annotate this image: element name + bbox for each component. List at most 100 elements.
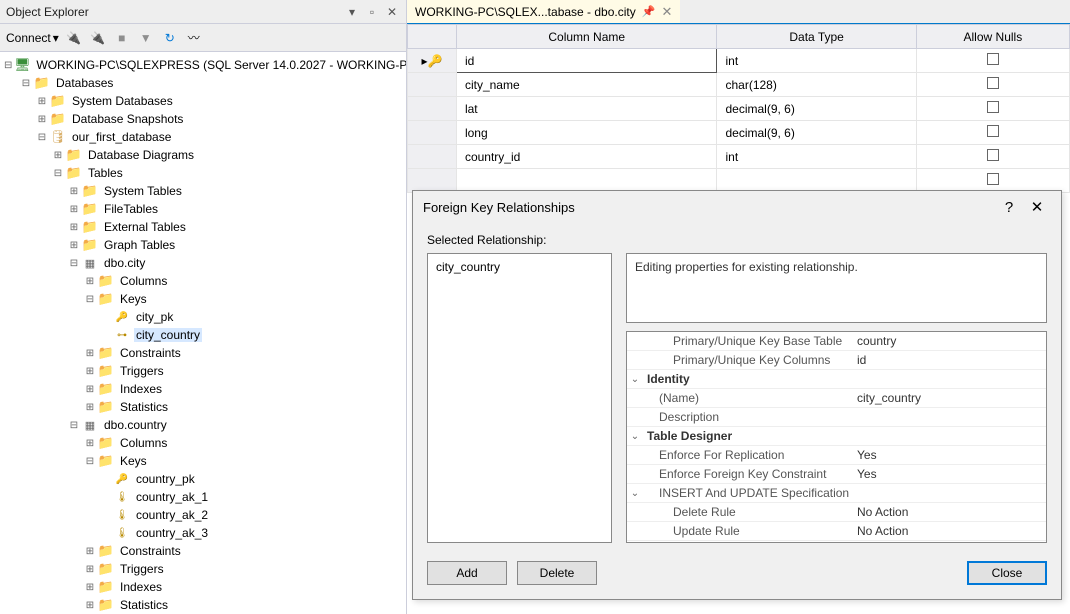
table-row[interactable]: latdecimal(9, 6) — [408, 97, 1070, 121]
tree-country-constraints[interactable]: ⊞📁Constraints — [0, 542, 406, 560]
data-type-header[interactable]: Data Type — [717, 25, 916, 49]
expander-icon[interactable]: ⊟ — [52, 167, 64, 179]
tree-label[interactable]: Constraints — [118, 544, 183, 558]
expander-icon[interactable]: ⌄ — [627, 431, 643, 442]
table-row[interactable]: city_namechar(128) — [408, 73, 1070, 97]
tree-label[interactable]: Triggers — [118, 364, 166, 378]
prop-value[interactable]: Yes — [853, 448, 1046, 462]
tree-city-statistics[interactable]: ⊞📁Statistics — [0, 398, 406, 416]
tree-exttables[interactable]: ⊞📁External Tables — [0, 218, 406, 236]
object-explorer-tree[interactable]: ⊟🖥WORKING-PC\SQLEXPRESS (SQL Server 14.0… — [0, 52, 406, 614]
prop-value[interactable]: city_country — [853, 391, 1046, 405]
tree-sysdb[interactable]: ⊞📁System Databases — [0, 92, 406, 110]
tree-label[interactable]: Indexes — [118, 382, 164, 396]
column-name-cell[interactable]: lat — [456, 97, 717, 121]
expander-icon[interactable]: ⊞ — [84, 545, 96, 557]
tree-server[interactable]: ⊟🖥WORKING-PC\SQLEXPRESS (SQL Server 14.0… — [0, 56, 406, 74]
prop-category[interactable]: Identity — [643, 372, 853, 386]
expander-icon[interactable]: ⊞ — [84, 581, 96, 593]
expander-icon[interactable]: ⊞ — [52, 149, 64, 161]
tree-country-keys[interactable]: ⊟📁Keys — [0, 452, 406, 470]
expander-icon[interactable]: ⊞ — [68, 203, 80, 215]
tree-city-indexes[interactable]: ⊞📁Indexes — [0, 380, 406, 398]
tree-graphtables[interactable]: ⊞📁Graph Tables — [0, 236, 406, 254]
tree-dbocity[interactable]: ⊟▦dbo.city — [0, 254, 406, 272]
tree-label[interactable]: Triggers — [118, 562, 166, 576]
expander-icon[interactable]: ⊞ — [84, 599, 96, 611]
tree-systables[interactable]: ⊞📁System Tables — [0, 182, 406, 200]
tree-city-country[interactable]: ·⊶city_country — [0, 326, 406, 344]
tree-snapshots[interactable]: ⊞📁Database Snapshots — [0, 110, 406, 128]
expander-icon[interactable]: ⊞ — [84, 401, 96, 413]
tree-label[interactable]: Columns — [118, 436, 169, 450]
prop-value[interactable]: country — [853, 334, 1046, 348]
tree-city-keys[interactable]: ⊟📁Keys — [0, 290, 406, 308]
property-grid[interactable]: Primary/Unique Key Base Tablecountry Pri… — [626, 331, 1047, 543]
tree-country-ak2[interactable]: ·🌡country_ak_2 — [0, 506, 406, 524]
checkbox[interactable] — [987, 101, 999, 113]
expander-icon[interactable]: ⊞ — [84, 437, 96, 449]
expander-icon[interactable]: ⊟ — [20, 77, 32, 89]
tree-label[interactable]: dbo.city — [102, 256, 147, 270]
table-row-empty[interactable] — [408, 169, 1070, 193]
allow-nulls-cell[interactable] — [916, 97, 1069, 121]
allow-nulls-header[interactable]: Allow Nulls — [916, 25, 1069, 49]
allow-nulls-cell[interactable] — [916, 121, 1069, 145]
prop-value[interactable]: id — [853, 353, 1046, 367]
delete-button[interactable]: Delete — [517, 561, 597, 585]
tree-label[interactable]: our_first_database — [70, 130, 173, 144]
tree-city-pk[interactable]: ·🔑city_pk — [0, 308, 406, 326]
tree-label[interactable]: city_pk — [134, 310, 175, 324]
close-button[interactable]: Close — [967, 561, 1047, 585]
tree-tables[interactable]: ⊟📁Tables — [0, 164, 406, 182]
expander-icon[interactable]: ⊞ — [84, 383, 96, 395]
column-name-cell[interactable]: country_id — [456, 145, 717, 169]
allow-nulls-cell[interactable] — [916, 145, 1069, 169]
tree-label[interactable]: country_ak_1 — [134, 490, 210, 504]
prop-value[interactable]: No Action — [853, 524, 1046, 538]
tree-label[interactable]: Constraints — [118, 346, 183, 360]
allow-nulls-cell[interactable] — [916, 73, 1069, 97]
tree-label[interactable]: FileTables — [102, 202, 160, 216]
tree-label[interactable]: Keys — [118, 292, 149, 306]
tree-label[interactable]: Database Diagrams — [86, 148, 196, 162]
tab-dbocity[interactable]: WORKING-PC\SQLEX...tabase - dbo.city 📌 ✕ — [407, 0, 680, 23]
column-name-cell[interactable]: long — [456, 121, 717, 145]
table-row[interactable]: country_idint — [408, 145, 1070, 169]
expander-icon[interactable]: ⊟ — [84, 293, 96, 305]
connect-button[interactable]: Connect▾ — [6, 31, 59, 45]
tree-label[interactable]: Statistics — [118, 400, 170, 414]
allow-nulls-cell[interactable] — [916, 49, 1069, 73]
tree-label[interactable]: Columns — [118, 274, 169, 288]
tree-label[interactable]: country_ak_3 — [134, 526, 210, 540]
tree-label[interactable]: country_pk — [134, 472, 197, 486]
expander-icon[interactable]: ⊞ — [84, 347, 96, 359]
tree-dbocountry[interactable]: ⊟▦dbo.country — [0, 416, 406, 434]
close-dialog-icon[interactable]: ✕ — [1023, 198, 1051, 216]
tree-city-constraints[interactable]: ⊞📁Constraints — [0, 344, 406, 362]
tree-country-columns[interactable]: ⊞📁Columns — [0, 434, 406, 452]
close-icon[interactable]: ✕ — [384, 4, 400, 20]
tree-ourdb[interactable]: ⊟🛢our_first_database — [0, 128, 406, 146]
tree-label[interactable]: System Tables — [102, 184, 184, 198]
expander-icon[interactable]: ⊞ — [68, 185, 80, 197]
expander-icon[interactable]: ⊞ — [84, 275, 96, 287]
tree-label[interactable]: Databases — [54, 76, 115, 90]
tree-country-ak1[interactable]: ·🌡country_ak_1 — [0, 488, 406, 506]
tree-label[interactable]: Indexes — [118, 580, 164, 594]
expander-icon[interactable]: ⊞ — [84, 563, 96, 575]
column-name-cell[interactable]: city_name — [456, 73, 717, 97]
row-indicator[interactable]: ▸🔑 — [408, 49, 457, 73]
expander-icon[interactable]: ⊞ — [36, 95, 48, 107]
dialog-titlebar[interactable]: Foreign Key Relationships ? ✕ — [413, 191, 1061, 223]
row-indicator[interactable] — [408, 145, 457, 169]
row-indicator[interactable] — [408, 121, 457, 145]
prop-label[interactable]: INSERT And UPDATE Specification — [643, 486, 853, 500]
table-row[interactable]: longdecimal(9, 6) — [408, 121, 1070, 145]
tree-country-triggers[interactable]: ⊞📁Triggers — [0, 560, 406, 578]
expander-icon[interactable]: ⊟ — [36, 131, 48, 143]
activity-icon[interactable]: 〰 — [185, 29, 203, 47]
tree-label[interactable]: External Tables — [102, 220, 188, 234]
data-type-cell[interactable]: char(128) — [717, 73, 916, 97]
row-indicator[interactable] — [408, 97, 457, 121]
